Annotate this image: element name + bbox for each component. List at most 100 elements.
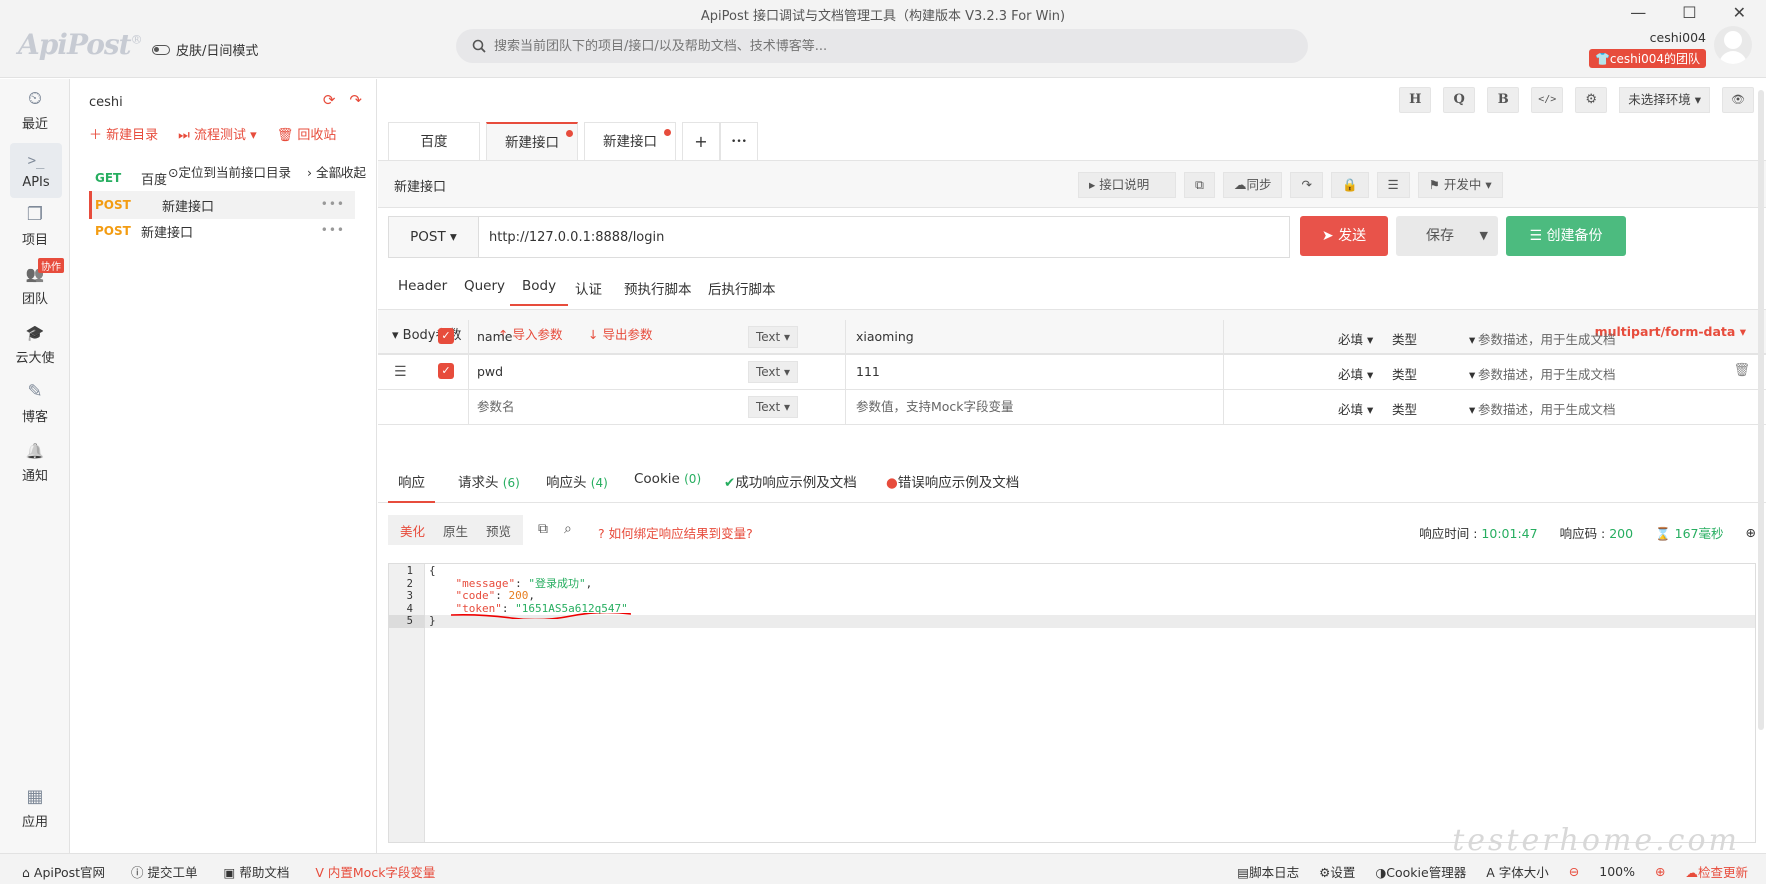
tab-auth[interactable]: 认证 [575, 278, 602, 298]
zoom-in-icon[interactable]: ⊕ [1655, 864, 1665, 879]
tab-more-button[interactable]: ••• [720, 122, 758, 160]
status-select[interactable]: ⚑ 开发中 ▾ [1417, 172, 1503, 198]
code-icon[interactable]: </> [1531, 87, 1564, 113]
mode-pretty[interactable]: 美化 [400, 521, 425, 540]
param-type-select[interactable]: Text ▾ [748, 396, 798, 418]
team-badge[interactable]: 👕ceshi004的团队 [1588, 49, 1706, 68]
mode-preview[interactable]: 预览 [486, 521, 511, 540]
tab-response[interactable]: 响应 [388, 471, 435, 503]
bold-button[interactable]: B [1487, 87, 1520, 113]
api-item[interactable]: GET 百度 ••• [71, 164, 355, 192]
heading-button[interactable]: H [1399, 87, 1432, 113]
recycle-bin-button[interactable]: 🗑 回收站 [277, 124, 337, 143]
param-type-select[interactable]: Text ▾ [748, 361, 798, 383]
tab-query[interactable]: Query [464, 278, 505, 294]
maximize-button[interactable]: ☐ [1682, 3, 1696, 22]
check-update-button[interactable]: ☁检查更新 [1685, 862, 1748, 881]
script-log-button[interactable]: ▤脚本日志 [1237, 862, 1299, 881]
param-desc[interactable]: 参数描述，用于生成文档 [1478, 364, 1616, 383]
copy-icon[interactable]: ⧉ [538, 521, 548, 537]
copy-icon[interactable]: ⧉ [1184, 172, 1215, 198]
cookie-manager-button[interactable]: ◑Cookie管理器 [1375, 862, 1466, 881]
tab-header[interactable]: Header [398, 278, 447, 294]
param-value[interactable]: 111 [846, 355, 1224, 390]
more-icon[interactable]: ••• [321, 223, 345, 237]
response-editor[interactable]: 1 2 3 4 5 { "message": "登录成功", "code": 2… [388, 563, 1756, 843]
api-item[interactable]: POST 新建接口 ••• [71, 217, 355, 245]
query-button[interactable]: Q [1443, 87, 1476, 113]
tab-new-api-1[interactable]: 新建接口 [486, 122, 578, 160]
nav-apps[interactable]: ▦ 应用 [0, 787, 70, 831]
param-value[interactable]: xiaoming [846, 320, 1224, 355]
param-value[interactable]: 参数值，支持Mock字段变量 [846, 390, 1224, 425]
doc-button[interactable]: ▸ 接口说明 [1078, 172, 1176, 198]
lock-icon[interactable]: 🔒 [1330, 172, 1369, 198]
tab-response-headers[interactable]: 响应头 (4) [546, 471, 608, 491]
param-desc[interactable]: 参数描述，用于生成文档 [1478, 329, 1616, 348]
drag-handle-icon[interactable]: ☰ [394, 364, 407, 380]
api-item-selected[interactable]: POST 新建接口 ••• [89, 191, 355, 219]
param-datatype-select[interactable]: 类型 ▾ [1392, 329, 1475, 348]
close-button[interactable]: ✕ [1733, 3, 1746, 22]
share-icon[interactable]: ↷ [349, 91, 362, 109]
url-input[interactable] [478, 216, 1290, 258]
sliders-icon[interactable]: ⚙ [1575, 87, 1608, 113]
refresh-icon[interactable]: ⟳ [323, 91, 336, 109]
required-select[interactable]: 必填 ▾ [1338, 329, 1373, 348]
mode-raw[interactable]: 原生 [443, 521, 468, 540]
param-type-select[interactable]: Text ▾ [748, 326, 798, 348]
avatar[interactable] [1714, 26, 1752, 64]
nav-recent[interactable]: ⏲ 最近 [0, 89, 70, 133]
environment-select[interactable]: 未选择环境 ▾ [1619, 87, 1710, 113]
global-search[interactable] [456, 29, 1308, 63]
trash-icon[interactable]: 🗑 [1733, 363, 1750, 378]
send-button[interactable]: ➤ 发送 [1300, 216, 1388, 256]
api-name[interactable]: 新建接口 [394, 176, 446, 195]
tab-new-api-2[interactable]: 新建接口 [584, 122, 676, 160]
mock-vars-link[interactable]: V 内置Mock字段变量 [315, 862, 435, 881]
required-select[interactable]: 必填 ▾ [1338, 399, 1373, 418]
tab-error-example[interactable]: ●错误响应示例及文档 [886, 471, 1019, 491]
bind-variable-help[interactable]: ? 如何绑定响应结果到变量? [598, 523, 753, 542]
more-icon[interactable]: ••• [321, 197, 345, 211]
help-doc-link[interactable]: ▣ 帮助文档 [224, 862, 290, 881]
flow-test-button[interactable]: ⏭ 流程测试 ▾ [178, 124, 257, 143]
tab-cookie[interactable]: Cookie (0) [634, 471, 701, 487]
create-backup-button[interactable]: ☰ 创建备份 [1506, 216, 1626, 256]
param-desc[interactable]: 参数描述，用于生成文档 [1478, 399, 1616, 418]
database-icon[interactable]: ☰ [1376, 172, 1410, 198]
search-input[interactable] [494, 38, 1274, 54]
tab-pre-script[interactable]: 预执行脚本 [624, 278, 692, 298]
tab-body[interactable]: Body [510, 278, 569, 306]
nav-notify[interactable]: 🔔 通知 [0, 441, 70, 484]
new-dir-button[interactable]: ＋ 新建目录 [89, 124, 158, 143]
download-icon[interactable]: ⊕ [1746, 525, 1756, 540]
method-select[interactable]: POST ▾ [388, 216, 478, 258]
nav-blog[interactable]: ✎ 博客 [0, 382, 70, 426]
nav-ambassador[interactable]: 🎓 云大使 [0, 323, 70, 366]
required-select[interactable]: 必填 ▾ [1338, 364, 1373, 383]
param-datatype-select[interactable]: 类型 ▾ [1392, 364, 1475, 383]
submit-ticket-link[interactable]: ⓘ 提交工单 [131, 862, 198, 881]
checkbox[interactable]: ✓ [438, 328, 454, 344]
save-button[interactable]: 保存 ▼ [1396, 216, 1498, 256]
user-info[interactable]: ceshi004 👕ceshi004的团队 [1588, 30, 1706, 68]
share-icon[interactable]: ↷ [1290, 172, 1323, 198]
sync-button[interactable]: ☁同步 [1222, 172, 1283, 198]
nav-apis[interactable]: >_ APIs [10, 143, 62, 198]
skin-mode-toggle[interactable]: 皮肤/日间模式 [152, 40, 258, 59]
tab-request-headers[interactable]: 请求头 (6) [458, 471, 520, 491]
more-icon[interactable]: ••• [321, 170, 345, 184]
tab-success-example[interactable]: ✔成功响应示例及文档 [724, 471, 857, 491]
nav-projects[interactable]: ❐ 项目 [0, 205, 70, 249]
eye-icon[interactable]: 👁 [1722, 87, 1754, 113]
add-tab-button[interactable]: + [682, 122, 720, 160]
official-site-link[interactable]: ⌂ ApiPost官网 [22, 862, 105, 881]
param-datatype-select[interactable]: 类型 ▾ [1392, 399, 1475, 418]
tab-post-script[interactable]: 后执行脚本 [708, 278, 776, 298]
tab-baidu[interactable]: 百度 [388, 122, 480, 160]
scrollbar[interactable] [1758, 90, 1764, 730]
nav-team[interactable]: 👥 团队 协作 [0, 258, 70, 307]
checkbox[interactable]: ✓ [438, 363, 454, 379]
settings-button[interactable]: ⚙设置 [1319, 862, 1355, 881]
